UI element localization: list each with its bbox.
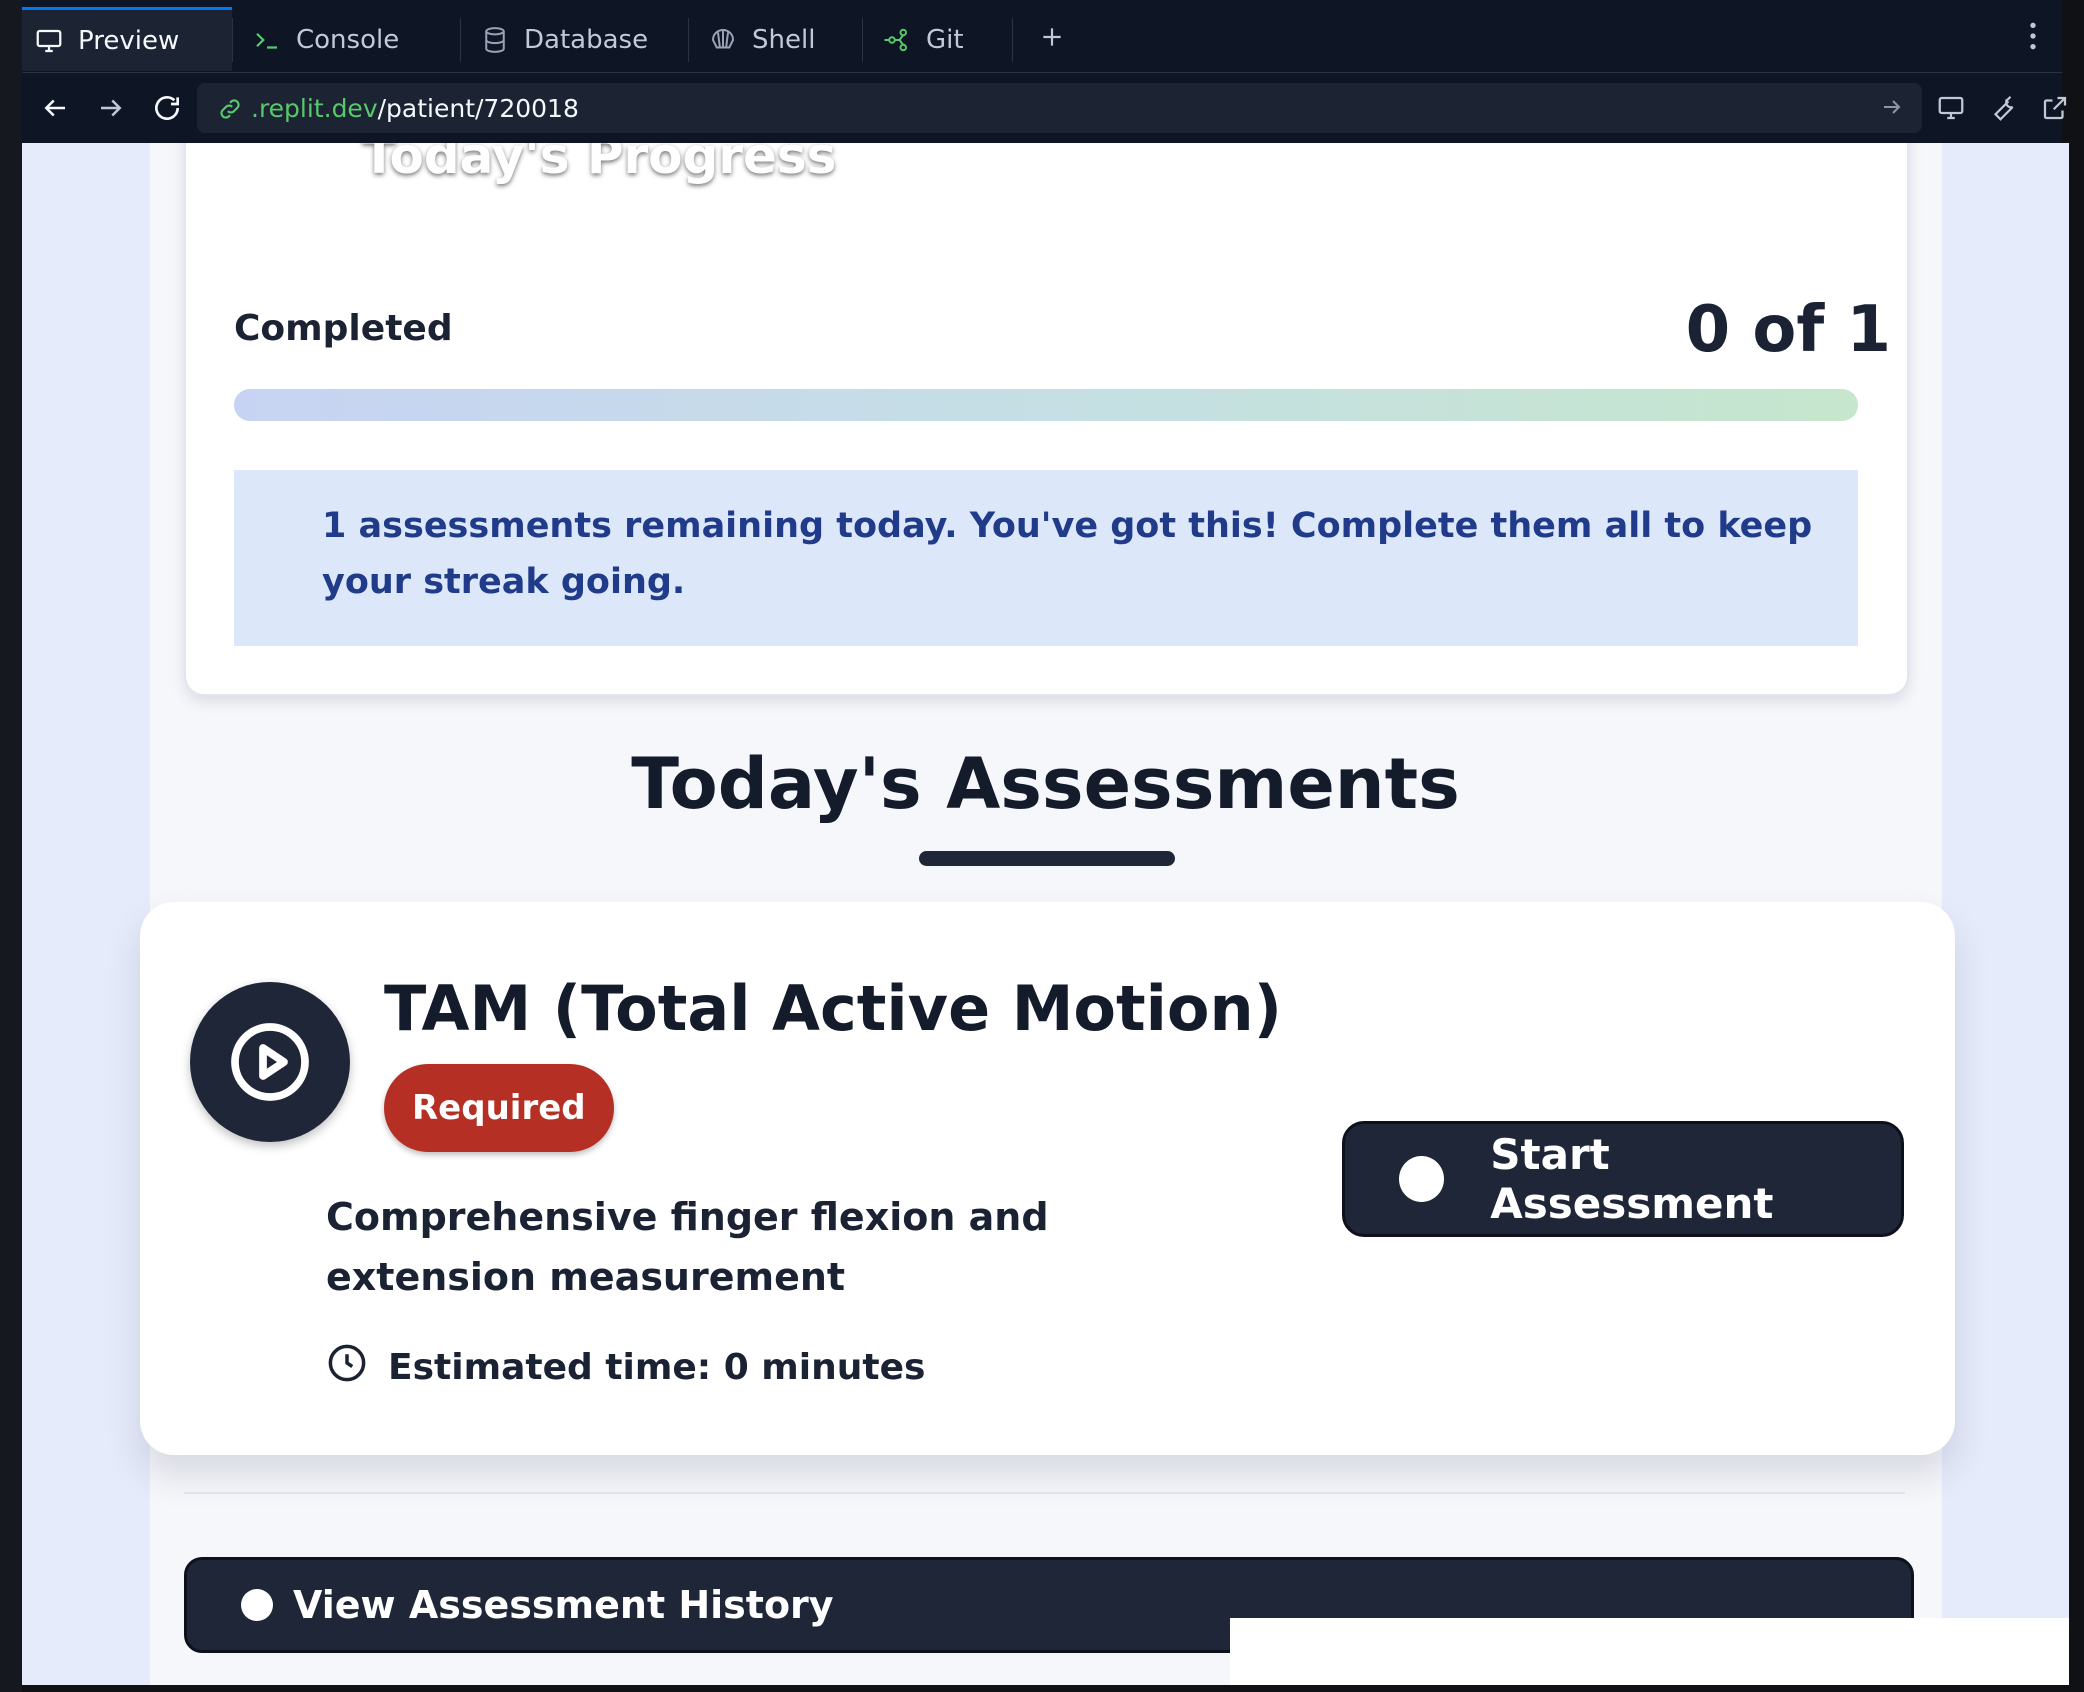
- required-badge: Required: [384, 1064, 614, 1152]
- more-options-icon[interactable]: [2028, 20, 2038, 56]
- completed-count: 0 of 1: [1685, 293, 1891, 367]
- view-history-label: View Assessment History: [293, 1583, 834, 1627]
- git-icon: [882, 25, 912, 55]
- tab-label: Console: [296, 25, 400, 55]
- tab-database[interactable]: Database: [468, 8, 688, 72]
- tab-label: Git: [926, 25, 964, 55]
- history-icon: [241, 1589, 273, 1621]
- play-icon: [190, 982, 350, 1142]
- estimated-time: Estimated time: 0 minutes: [326, 1342, 925, 1393]
- monitor-icon: [34, 26, 64, 56]
- new-tab-button[interactable]: [1022, 8, 1082, 72]
- tab-label: Shell: [752, 25, 816, 55]
- database-icon: [480, 25, 510, 55]
- overlay-panel: [1230, 1618, 2069, 1685]
- tab-divider: [460, 18, 461, 62]
- go-arrow-icon[interactable]: [1880, 95, 1904, 125]
- reload-icon[interactable]: [148, 89, 186, 127]
- section-title: Today's Assessments: [631, 743, 1460, 825]
- clock-icon: [326, 1342, 368, 1393]
- progress-message: 1 assessments remaining today. You've go…: [234, 470, 1858, 646]
- url-domain: .replit.dev: [251, 93, 378, 123]
- progress-title: Today's Progress: [362, 143, 837, 185]
- tab-bar: Preview Console Database Shell Git: [22, 0, 2062, 73]
- tab-console[interactable]: Console: [240, 8, 450, 72]
- start-icon: [1399, 1156, 1445, 1202]
- window-edge: [0, 0, 22, 1692]
- forward-icon[interactable]: [92, 89, 130, 127]
- tab-git[interactable]: Git: [870, 8, 1010, 72]
- progress-bar: [234, 389, 1858, 421]
- start-assessment-button[interactable]: Start Assessment: [1342, 1121, 1904, 1237]
- divider: [184, 1492, 1905, 1494]
- tab-label: Preview: [78, 25, 180, 56]
- tab-divider: [862, 18, 863, 62]
- url-path: /patient/720018: [377, 93, 579, 123]
- plus-icon: [1039, 24, 1065, 57]
- tab-label: Database: [524, 25, 649, 55]
- shell-icon: [708, 25, 738, 55]
- section-underline: [919, 851, 1175, 866]
- assessment-card: TAM (Total Active Motion) Required Compr…: [140, 902, 1955, 1455]
- tab-divider: [688, 18, 689, 62]
- tab-divider: [232, 18, 233, 62]
- assessment-description: Comprehensive finger flexion and extensi…: [326, 1195, 1049, 1299]
- tab-shell[interactable]: Shell: [696, 8, 856, 72]
- assessment-title: TAM (Total Active Motion): [384, 972, 1282, 1045]
- address-bar: .replit.dev/patient/720018: [22, 73, 2067, 143]
- completed-label: Completed: [234, 308, 453, 349]
- tab-divider: [1012, 18, 1013, 62]
- start-assessment-label: Start Assessment: [1490, 1130, 1774, 1228]
- link-icon: [217, 96, 243, 128]
- open-new-window-icon[interactable]: [2036, 89, 2074, 127]
- devices-icon[interactable]: [1932, 89, 1970, 127]
- back-icon[interactable]: [36, 89, 74, 127]
- url-field[interactable]: .replit.dev/patient/720018: [197, 83, 1922, 133]
- wrench-icon[interactable]: [1984, 89, 2022, 127]
- terminal-icon: [252, 25, 282, 55]
- tab-preview[interactable]: Preview: [22, 7, 232, 71]
- preview-viewport: Today's Progress Completed 0 of 1 1 asse…: [22, 143, 2069, 1685]
- estimated-time-label: Estimated time: 0 minutes: [388, 1347, 926, 1388]
